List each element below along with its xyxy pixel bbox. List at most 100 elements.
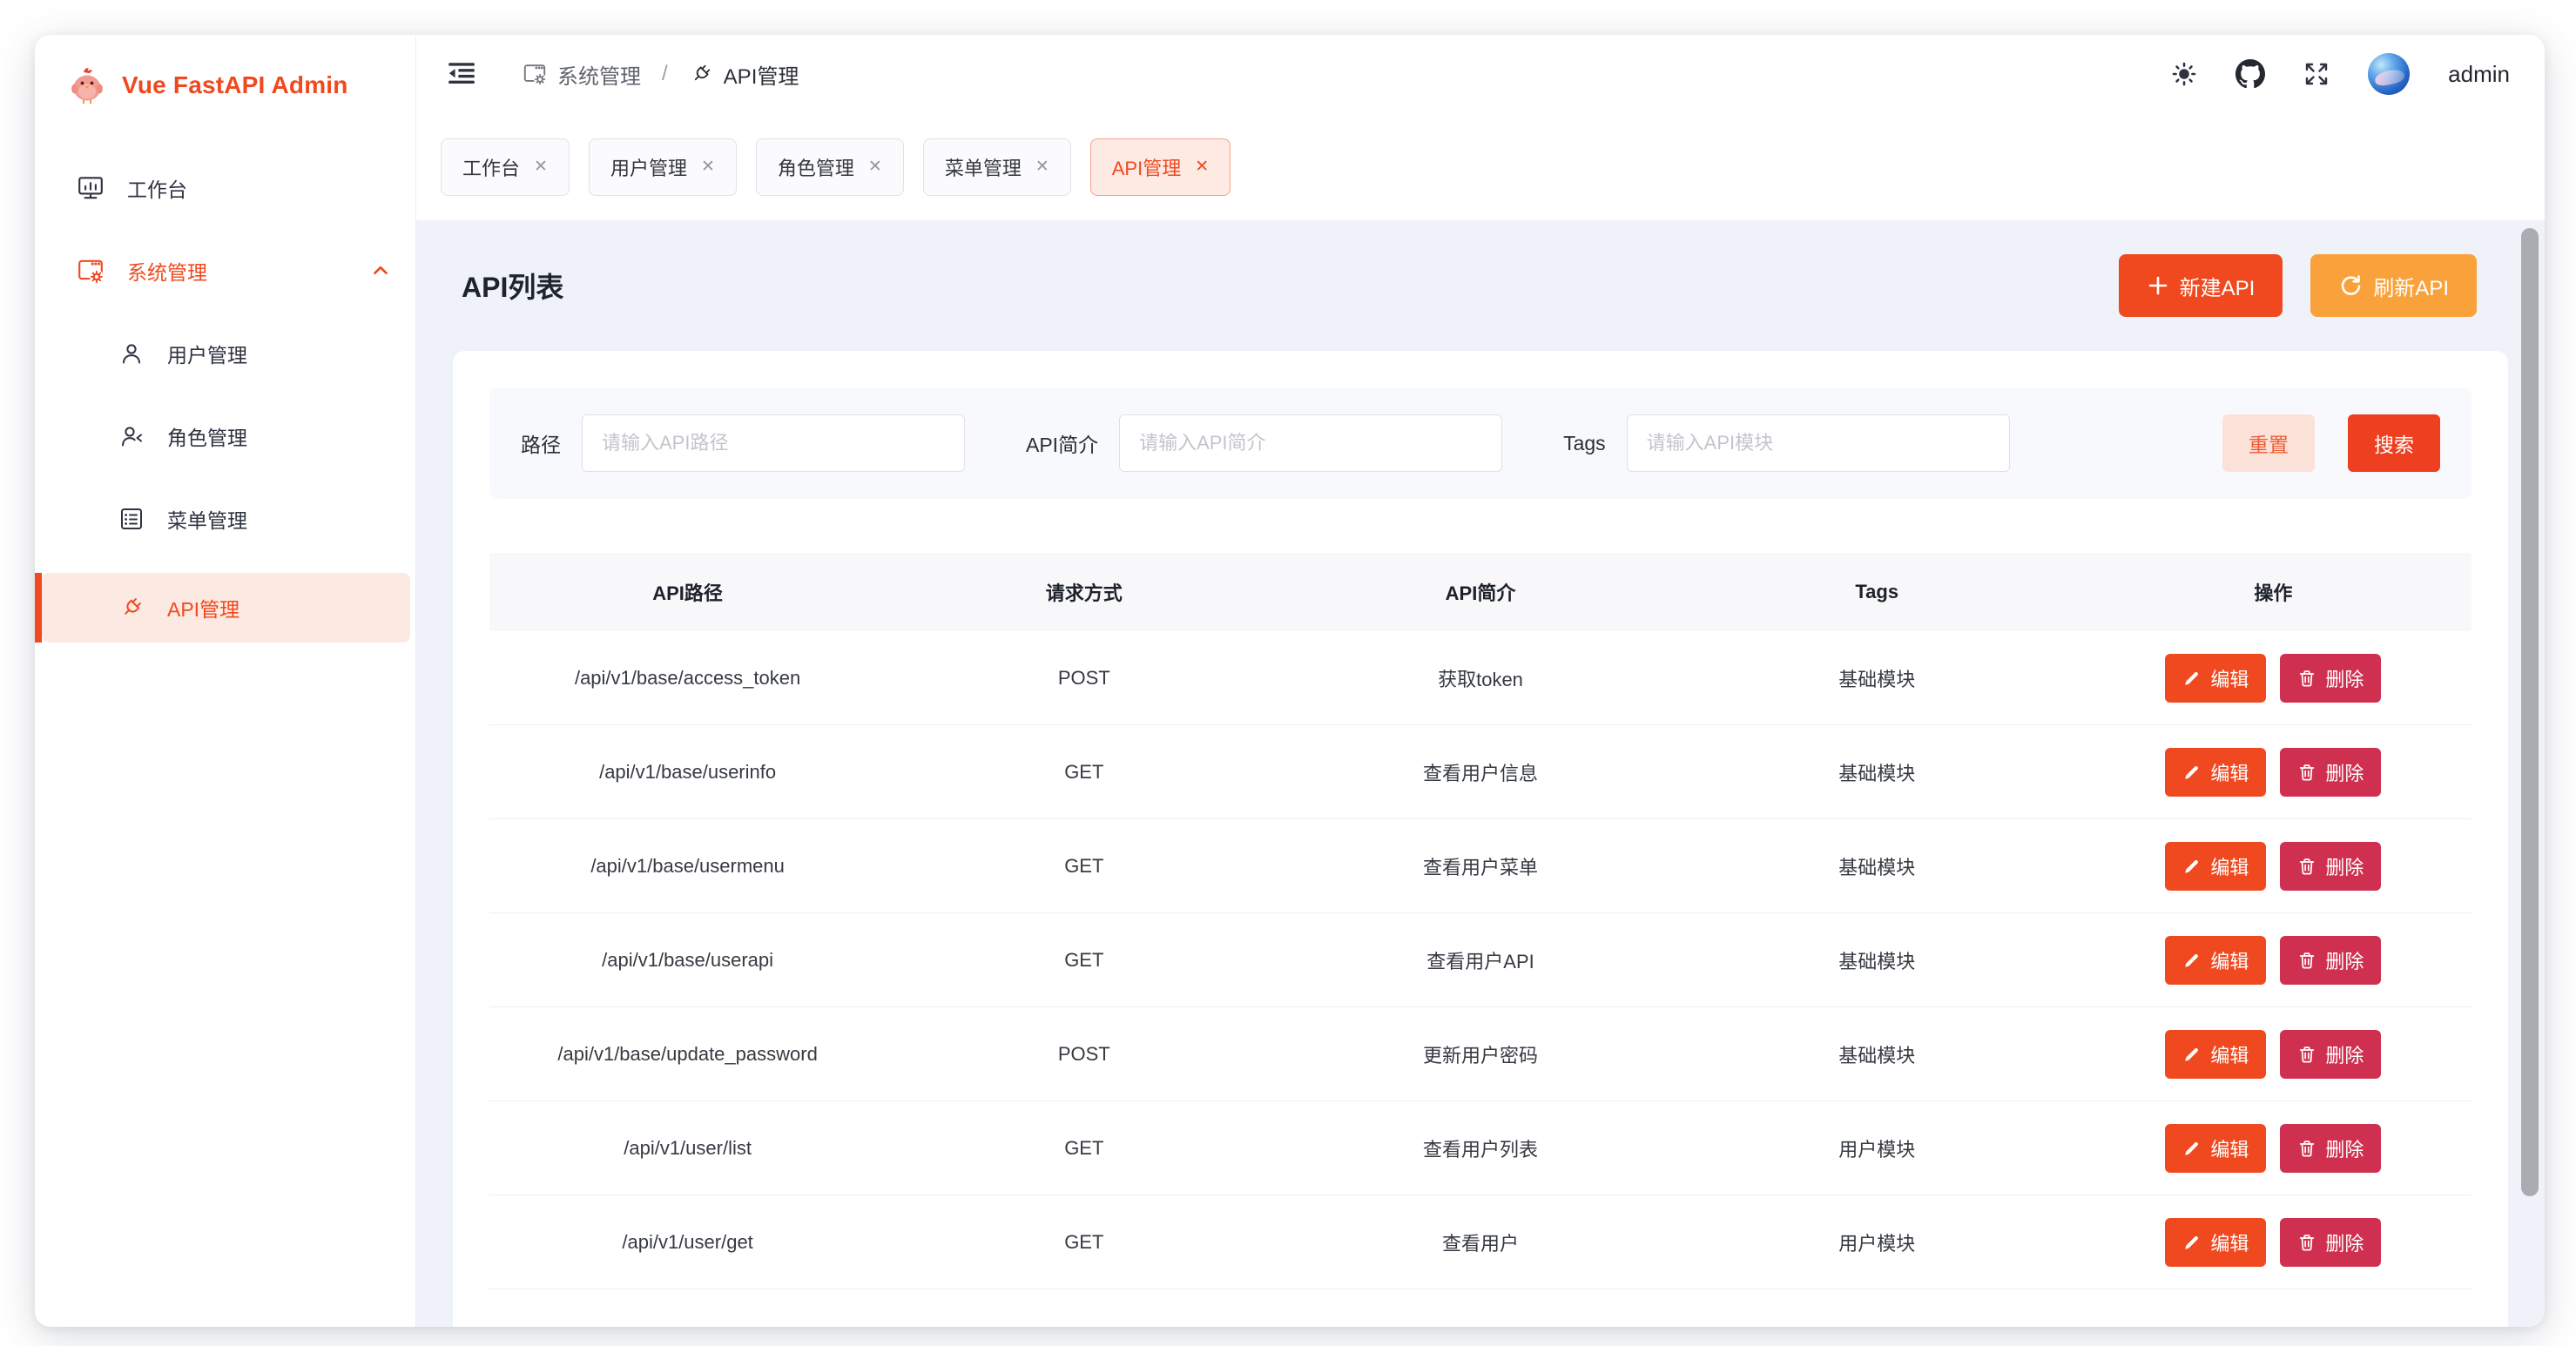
avatar[interactable] bbox=[2368, 53, 2410, 95]
edit-button[interactable]: 编辑 bbox=[2165, 1218, 2266, 1267]
delete-button[interactable]: 删除 bbox=[2280, 842, 2381, 891]
column-header: 操作 bbox=[2075, 578, 2471, 606]
chevron-up-icon[interactable] bbox=[370, 260, 391, 281]
api-table: API路径 请求方式 API简介 Tags 操作 /api/v1/base/ac… bbox=[489, 553, 2471, 1289]
api-method: POST bbox=[886, 667, 1282, 690]
sidebar-item-label: 用户管理 bbox=[167, 339, 247, 368]
refresh-icon bbox=[2338, 273, 2363, 298]
tab-api[interactable]: API管理 ✕ bbox=[1090, 138, 1231, 196]
trash-icon bbox=[2297, 857, 2316, 876]
tab-bar: 工作台 ✕ 用户管理 ✕ 角色管理 ✕ 菜单管理 ✕ API管理 ✕ bbox=[416, 113, 2545, 220]
tab-label: 菜单管理 bbox=[945, 153, 1022, 181]
api-summary: 查看用户信息 bbox=[1282, 758, 1678, 786]
filter-bar: 路径 API简介 Tags 重置 搜索 bbox=[489, 387, 2471, 499]
column-header: API简介 bbox=[1282, 578, 1678, 606]
api-list-card: 路径 API简介 Tags 重置 搜索 bbox=[453, 351, 2508, 1327]
sidebar-item-menus[interactable]: 菜单管理 bbox=[42, 490, 410, 548]
menu-list-icon bbox=[118, 506, 145, 532]
edit-button[interactable]: 编辑 bbox=[2165, 936, 2266, 985]
tab-label: 角色管理 bbox=[778, 153, 854, 181]
api-path: /api/v1/user/list bbox=[489, 1137, 886, 1160]
api-path: /api/v1/base/access_token bbox=[489, 667, 886, 690]
api-tags: 用户模块 bbox=[1679, 1134, 2075, 1162]
topbar: 系统管理 / API管理 bbox=[416, 35, 2545, 113]
api-method: GET bbox=[886, 855, 1282, 878]
sidebar-item-roles[interactable]: 角色管理 bbox=[42, 407, 410, 465]
content-column: 系统管理 / API管理 bbox=[416, 35, 2545, 1327]
sidebar-menu: 工作台 系统管理 bbox=[35, 135, 415, 668]
collapse-sidebar-icon[interactable] bbox=[446, 58, 477, 90]
vertical-scrollbar[interactable] bbox=[2521, 228, 2539, 1196]
api-path: /api/v1/user/get bbox=[489, 1231, 886, 1254]
create-api-button[interactable]: 新建API bbox=[2119, 254, 2283, 317]
tab-users[interactable]: 用户管理 ✕ bbox=[589, 138, 737, 196]
delete-button[interactable]: 删除 bbox=[2280, 1218, 2381, 1267]
close-icon[interactable]: ✕ bbox=[868, 157, 882, 177]
summary-filter-input[interactable] bbox=[1119, 414, 1502, 472]
api-summary: 查看用户 bbox=[1282, 1228, 1678, 1256]
column-header: API路径 bbox=[489, 578, 886, 606]
delete-button[interactable]: 删除 bbox=[2280, 654, 2381, 703]
pencil-icon bbox=[2182, 669, 2202, 688]
table-row: /api/v1/base/update_password POST 更新用户密码… bbox=[489, 1007, 2471, 1101]
sidebar-item-workbench[interactable]: 工作台 bbox=[42, 159, 410, 217]
edit-button[interactable]: 编辑 bbox=[2165, 654, 2266, 703]
api-tags: 基础模块 bbox=[1679, 1040, 2075, 1068]
tab-menus[interactable]: 菜单管理 ✕ bbox=[923, 138, 1071, 196]
edit-button[interactable]: 编辑 bbox=[2165, 842, 2266, 891]
delete-button[interactable]: 删除 bbox=[2280, 1124, 2381, 1173]
api-summary: 查看用户列表 bbox=[1282, 1134, 1678, 1162]
username[interactable]: admin bbox=[2448, 61, 2510, 88]
delete-button[interactable]: 删除 bbox=[2280, 936, 2381, 985]
refresh-api-button[interactable]: 刷新API bbox=[2310, 254, 2477, 317]
pencil-icon bbox=[2182, 951, 2202, 970]
github-icon[interactable] bbox=[2235, 59, 2265, 89]
api-tags: 基础模块 bbox=[1679, 852, 2075, 880]
system-settings-icon bbox=[523, 62, 547, 86]
api-method: GET bbox=[886, 761, 1282, 784]
close-icon[interactable]: ✕ bbox=[534, 157, 548, 177]
delete-button[interactable]: 删除 bbox=[2280, 748, 2381, 797]
reset-button[interactable]: 重置 bbox=[2222, 414, 2315, 472]
tags-filter-label: Tags bbox=[1563, 432, 1606, 455]
edit-button[interactable]: 编辑 bbox=[2165, 1124, 2266, 1173]
breadcrumb-label: 系统管理 bbox=[557, 59, 641, 90]
trash-icon bbox=[2297, 1045, 2316, 1064]
edit-button[interactable]: 编辑 bbox=[2165, 748, 2266, 797]
path-filter-input[interactable] bbox=[582, 414, 965, 472]
tags-filter-input[interactable] bbox=[1627, 414, 2010, 472]
fullscreen-icon[interactable] bbox=[2303, 61, 2330, 87]
breadcrumb-item-system[interactable]: 系统管理 bbox=[523, 59, 641, 90]
sidebar-item-label: 系统管理 bbox=[127, 256, 207, 286]
delete-button[interactable]: 删除 bbox=[2280, 1030, 2381, 1079]
api-summary: 查看用户API bbox=[1282, 946, 1678, 974]
sidebar-item-system[interactable]: 系统管理 bbox=[42, 242, 410, 299]
edit-button[interactable]: 编辑 bbox=[2165, 1030, 2266, 1079]
theme-sun-icon[interactable] bbox=[2171, 61, 2197, 87]
sidebar-item-api[interactable]: API管理 bbox=[42, 573, 410, 643]
api-tags: 基础模块 bbox=[1679, 664, 2075, 692]
api-method: POST bbox=[886, 1043, 1282, 1066]
close-icon[interactable]: ✕ bbox=[1195, 157, 1209, 177]
sidebar-item-label: API管理 bbox=[167, 593, 239, 623]
sidebar-item-users[interactable]: 用户管理 bbox=[42, 325, 410, 382]
table-row: /api/v1/base/usermenu GET 查看用户菜单 基础模块 编辑… bbox=[489, 819, 2471, 913]
tab-workbench[interactable]: 工作台 ✕ bbox=[441, 138, 570, 196]
tab-label: 用户管理 bbox=[610, 153, 687, 181]
api-summary: 查看用户菜单 bbox=[1282, 852, 1678, 880]
search-button[interactable]: 搜索 bbox=[2348, 414, 2440, 472]
api-tags: 基础模块 bbox=[1679, 946, 2075, 974]
tab-roles[interactable]: 角色管理 ✕ bbox=[756, 138, 904, 196]
api-path: /api/v1/base/update_password bbox=[489, 1043, 886, 1066]
pencil-icon bbox=[2182, 1045, 2202, 1064]
close-icon[interactable]: ✕ bbox=[701, 157, 715, 177]
api-method: GET bbox=[886, 949, 1282, 972]
button-label: 刷新API bbox=[2373, 271, 2449, 301]
breadcrumb: 系统管理 / API管理 bbox=[523, 59, 799, 90]
user-icon bbox=[118, 340, 145, 367]
table-row: /api/v1/user/list GET 查看用户列表 用户模块 编辑 删除 bbox=[489, 1101, 2471, 1195]
main-content: API列表 新建API 刷新API bbox=[416, 220, 2545, 1327]
breadcrumb-item-api[interactable]: API管理 bbox=[689, 59, 799, 90]
close-icon[interactable]: ✕ bbox=[1035, 157, 1049, 177]
path-filter-label: 路径 bbox=[521, 428, 561, 458]
